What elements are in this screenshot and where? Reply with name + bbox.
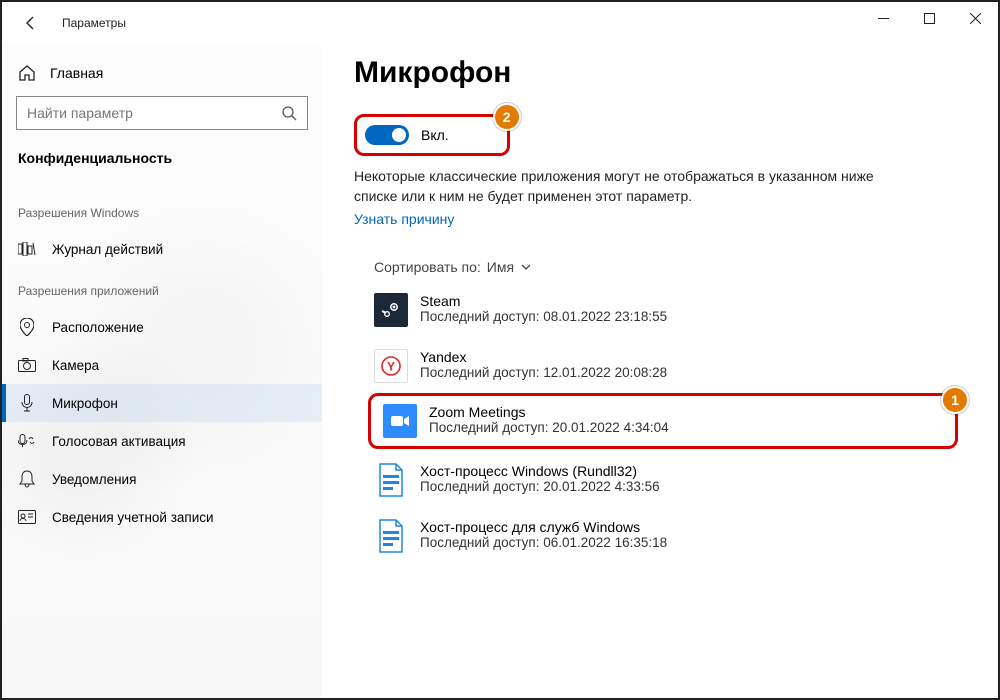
app-name: Хост-процесс Windows (Rundll32) <box>420 463 660 479</box>
main-panel: Микрофон Вкл. 2 Некоторые классические п… <box>322 44 998 698</box>
minimize-button[interactable] <box>860 2 906 34</box>
sidebar-item-label: Журнал действий <box>52 242 163 257</box>
account-info-icon <box>18 508 36 526</box>
sort-label: Сортировать по: <box>374 259 481 275</box>
search-input[interactable] <box>27 105 273 121</box>
sort-value: Имя <box>487 259 514 275</box>
sidebar-item-label: Сведения учетной записи <box>52 510 214 525</box>
toggle-highlight: Вкл. 2 <box>354 114 510 156</box>
app-item-yandex: Y Yandex Последний доступ: 12.01.2022 20… <box>374 341 998 397</box>
sidebar-item-location[interactable]: Расположение <box>2 308 322 346</box>
window-controls <box>860 2 998 34</box>
voice-activation-icon <box>18 432 36 450</box>
content-area: Главная Конфиденциальность Разрешения Wi… <box>2 44 998 698</box>
sidebar: Главная Конфиденциальность Разрешения Wi… <box>2 44 322 698</box>
search-icon <box>281 105 297 121</box>
notifications-icon <box>18 470 36 488</box>
app-name: Zoom Meetings <box>429 404 669 420</box>
learn-more-link[interactable]: Узнать причину <box>354 209 454 229</box>
sidebar-group-apps: Разрешения приложений <box>2 268 322 308</box>
app-icon-file <box>374 519 408 553</box>
app-icon-steam <box>374 293 408 327</box>
app-last-access: Последний доступ: 20.01.2022 4:33:56 <box>420 479 660 494</box>
sidebar-item-activity-log[interactable]: Журнал действий <box>2 230 322 268</box>
sidebar-group-windows: Разрешения Windows <box>2 190 322 230</box>
app-item-steam: Steam Последний доступ: 08.01.2022 23:18… <box>374 285 998 341</box>
sidebar-item-label: Микрофон <box>52 396 118 411</box>
sidebar-home-label: Главная <box>50 65 103 81</box>
app-icon-yandex: Y <box>374 349 408 383</box>
app-last-access: Последний доступ: 12.01.2022 20:08:28 <box>420 365 667 380</box>
microphone-icon <box>18 394 36 412</box>
search-box[interactable] <box>16 96 308 130</box>
toggle-description: Некоторые классические приложения могут … <box>354 166 874 207</box>
app-name: Хост-процесс для служб Windows <box>420 519 667 535</box>
titlebar: Параметры <box>2 2 998 44</box>
sidebar-item-label: Голосовая активация <box>52 434 186 449</box>
sidebar-home[interactable]: Главная <box>2 56 322 96</box>
annotation-badge-1: 1 <box>941 386 969 414</box>
window-title: Параметры <box>62 16 126 30</box>
sidebar-item-microphone[interactable]: Микрофон <box>2 384 322 422</box>
microphone-toggle[interactable] <box>365 125 409 145</box>
sidebar-item-label: Камера <box>52 358 99 373</box>
sidebar-item-label: Расположение <box>52 320 144 335</box>
sidebar-category: Конфиденциальность <box>2 150 322 190</box>
home-icon <box>18 64 36 82</box>
location-icon <box>18 318 36 336</box>
app-item-zoom: Zoom Meetings Последний доступ: 20.01.20… <box>383 404 943 438</box>
zoom-highlight: 1 Zoom Meetings Последний доступ: 20.01.… <box>368 393 958 449</box>
app-icon-file <box>374 463 408 497</box>
close-button[interactable] <box>952 2 998 34</box>
back-button[interactable] <box>16 8 46 38</box>
camera-icon <box>18 356 36 374</box>
app-last-access: Последний доступ: 06.01.2022 16:35:18 <box>420 535 667 550</box>
toggle-label: Вкл. <box>421 127 449 143</box>
activity-log-icon <box>18 240 36 258</box>
sort-selector[interactable]: Сортировать по: Имя <box>374 259 998 275</box>
sidebar-item-notifications[interactable]: Уведомления <box>2 460 322 498</box>
app-item-services-host: Хост-процесс для служб Windows Последний… <box>374 511 998 567</box>
page-title: Микрофон <box>354 56 998 90</box>
app-name: Yandex <box>420 349 667 365</box>
chevron-down-icon <box>520 261 532 273</box>
maximize-button[interactable] <box>906 2 952 34</box>
annotation-badge-2: 2 <box>493 103 521 131</box>
sidebar-item-label: Уведомления <box>52 472 136 487</box>
sidebar-item-camera[interactable]: Камера <box>2 346 322 384</box>
sidebar-item-account-info[interactable]: Сведения учетной записи <box>2 498 322 536</box>
app-name: Steam <box>420 293 667 309</box>
sidebar-item-voice-activation[interactable]: Голосовая активация <box>2 422 322 460</box>
app-icon-zoom <box>383 404 417 438</box>
app-last-access: Последний доступ: 08.01.2022 23:18:55 <box>420 309 667 324</box>
svg-text:Y: Y <box>387 359 395 373</box>
app-last-access: Последний доступ: 20.01.2022 4:34:04 <box>429 420 669 435</box>
app-item-rundll32: Хост-процесс Windows (Rundll32) Последни… <box>374 455 998 511</box>
app-list: Steam Последний доступ: 08.01.2022 23:18… <box>354 285 998 567</box>
arrow-left-icon <box>23 15 39 31</box>
